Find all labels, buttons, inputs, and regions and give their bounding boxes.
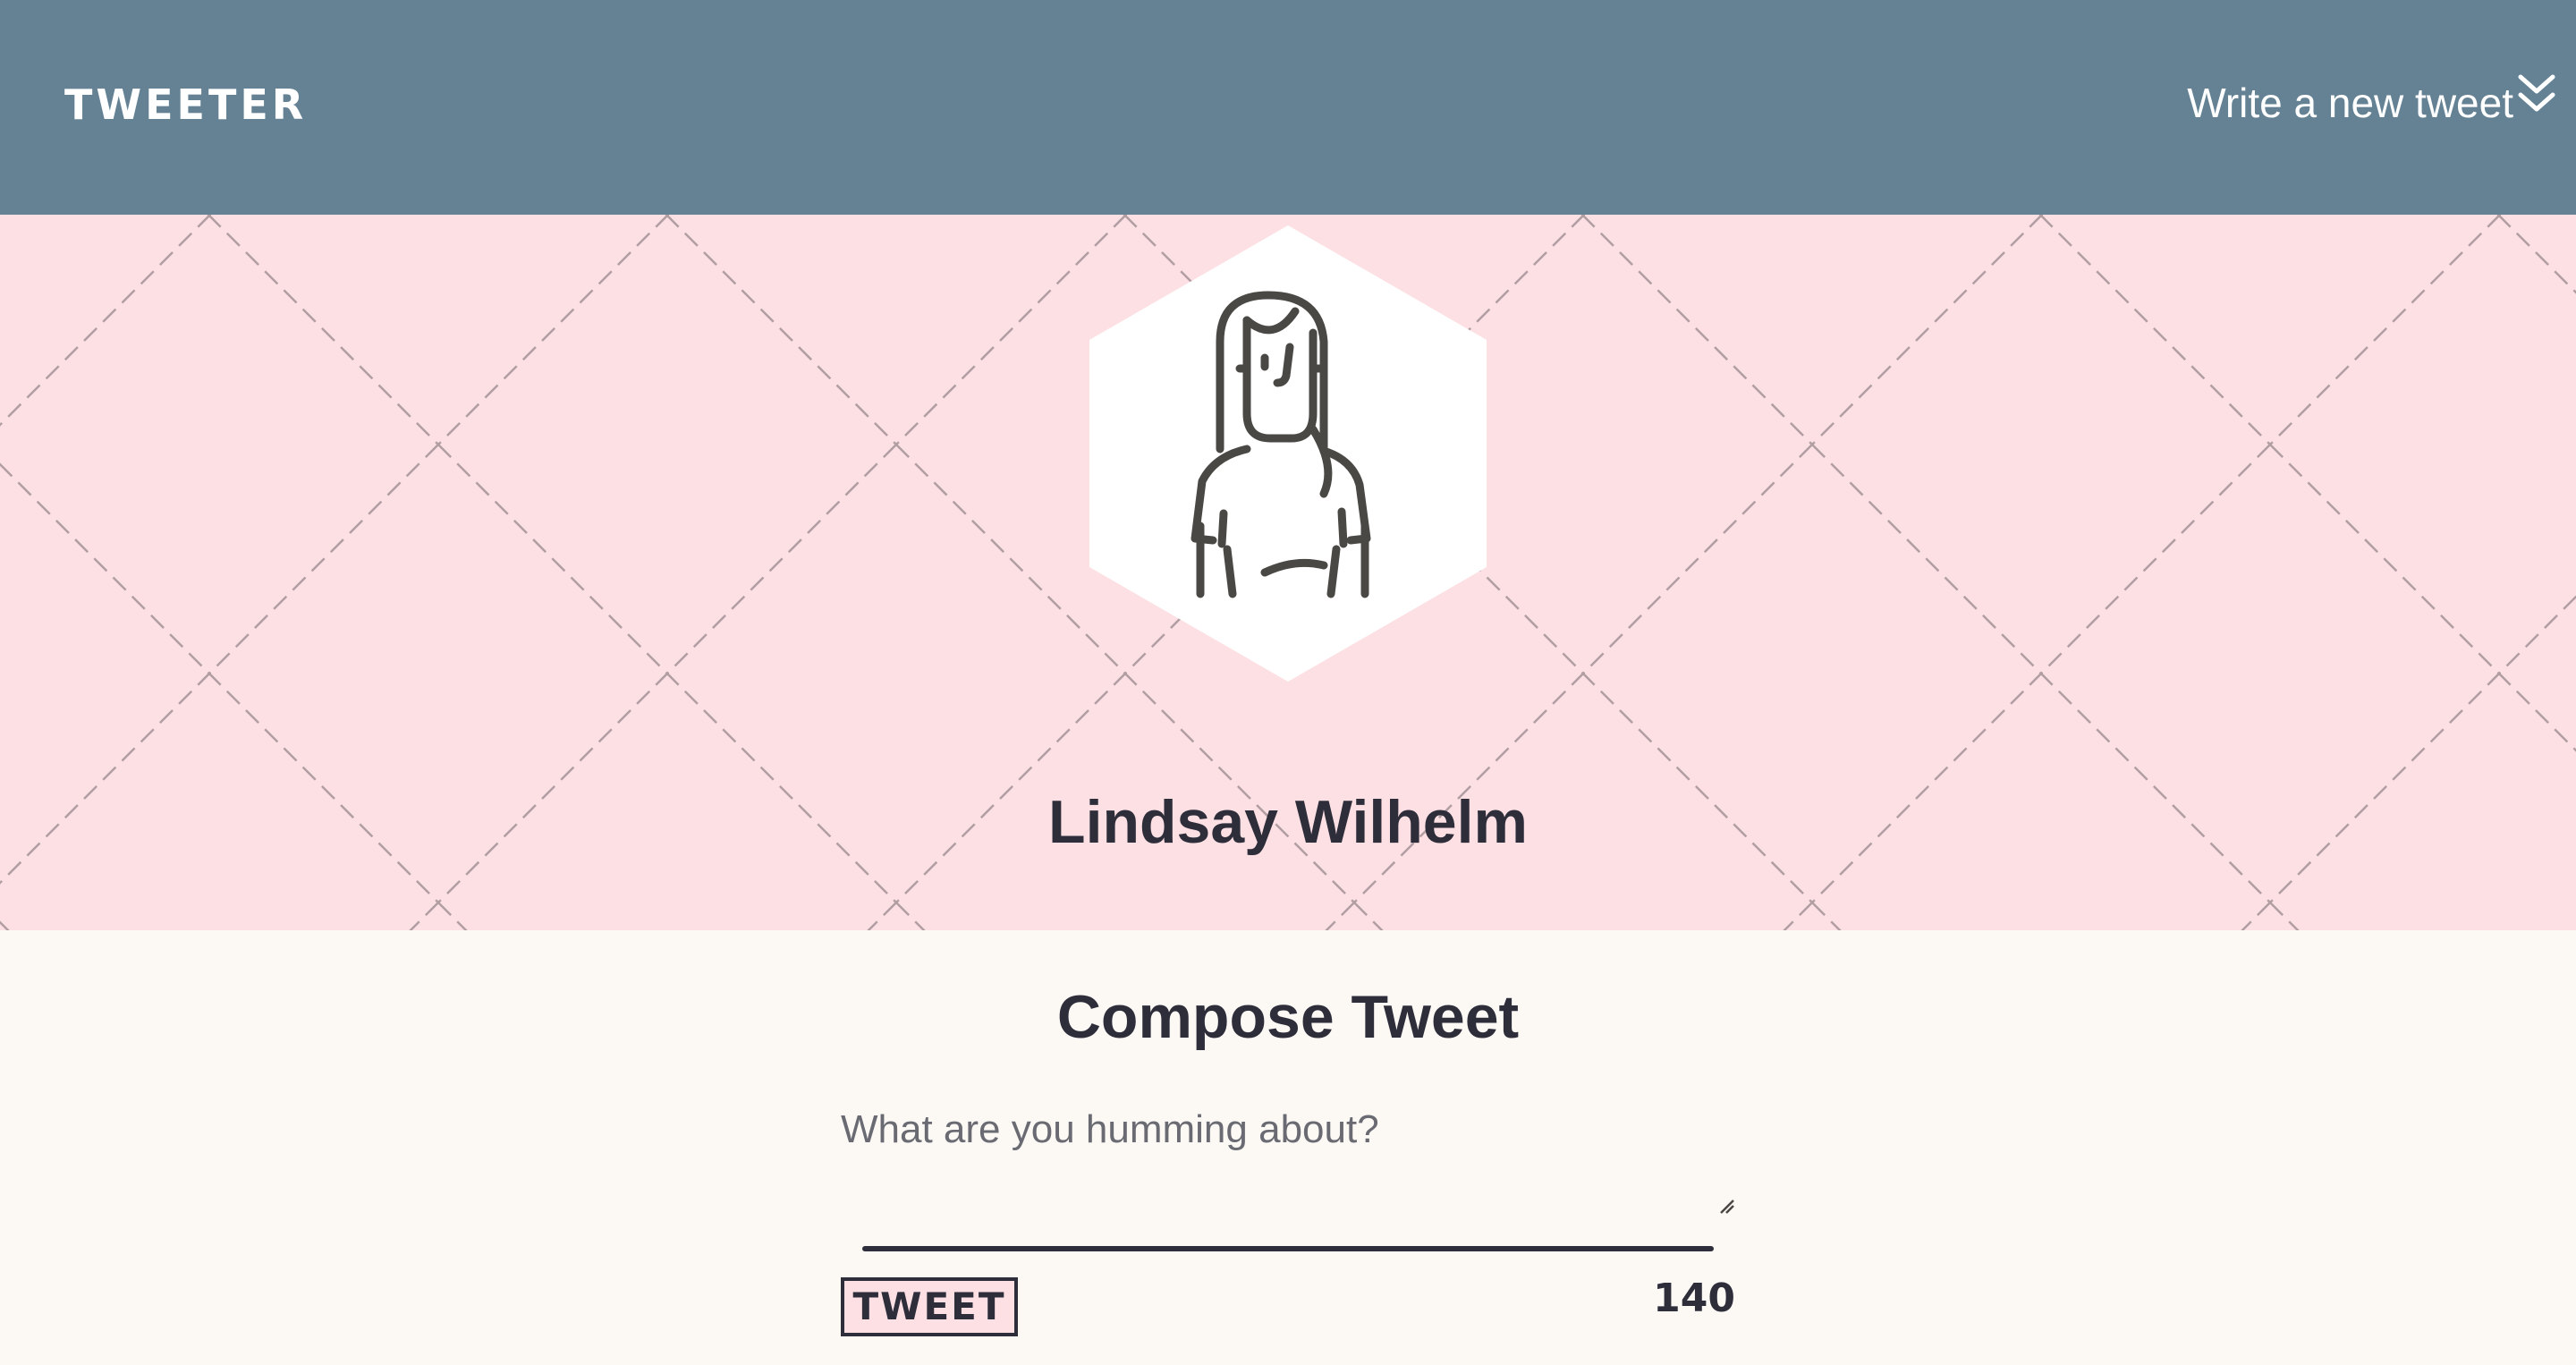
write-new-tweet-toggle[interactable]: Write a new tweet [2187, 79, 2513, 127]
tweet-submit-button[interactable]: TWEET [841, 1277, 1018, 1336]
tweet-textarea[interactable] [841, 1107, 1735, 1215]
avatar [1089, 225, 1487, 682]
brand-logo[interactable]: TWEETER [64, 81, 307, 129]
character-counter: 140 [1653, 1276, 1735, 1321]
double-chevron-down-icon[interactable] [2517, 72, 2556, 116]
textarea-underline [862, 1246, 1714, 1251]
top-nav: TWEETER Write a new tweet [0, 0, 2576, 215]
compose-title: Compose Tweet [1056, 983, 1520, 1051]
write-new-tweet-label[interactable]: Write a new tweet [2187, 79, 2513, 127]
profile-banner: Lindsay Wilhelm [0, 215, 2576, 930]
resize-handle-icon[interactable] [1717, 1197, 1735, 1215]
profile-name: Lindsay Wilhelm [1048, 788, 1528, 856]
